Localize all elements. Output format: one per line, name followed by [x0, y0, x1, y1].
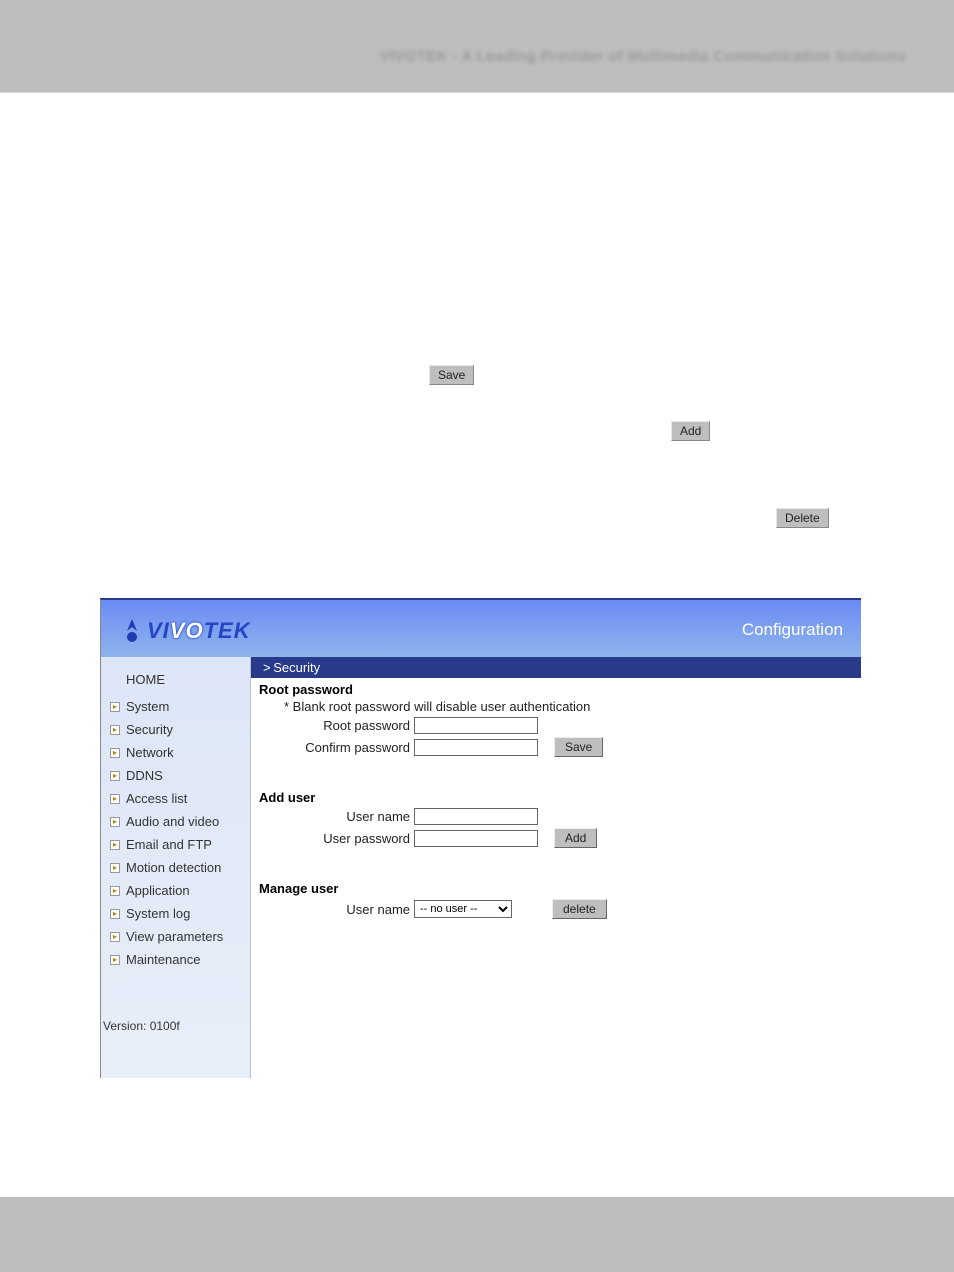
user-password-input[interactable]	[414, 830, 538, 847]
sidebar-item-access-list[interactable]: ▸ Access list	[104, 787, 250, 810]
sidebar-item-network[interactable]: ▸ Network	[104, 741, 250, 764]
arrow-right-icon: ▸	[110, 817, 120, 827]
sidebar-item-label: System log	[126, 906, 190, 921]
label-manage-user-name: User name	[259, 902, 414, 917]
arrow-right-icon: ▸	[110, 863, 120, 873]
app-header: VIVOTEK Configuration	[101, 600, 861, 657]
sidebar-item-view-parameters[interactable]: ▸ View parameters	[104, 925, 250, 948]
label-user-password: User password	[259, 831, 414, 846]
sidebar-item-maintenance[interactable]: ▸ Maintenance	[104, 948, 250, 971]
sidebar-item-system-log[interactable]: ▸ System log	[104, 902, 250, 925]
label-user-name: User name	[259, 809, 414, 824]
sidebar-item-label: Application	[126, 883, 190, 898]
user-select-dropdown[interactable]: -- no user --	[414, 900, 512, 918]
sidebar-item-label: Audio and video	[126, 814, 219, 829]
add-button[interactable]: Add	[554, 828, 597, 848]
sidebar-item-security[interactable]: ▸ Security	[104, 718, 250, 741]
sidebar-nav: HOME ▸ System ▸ Security ▸ Network ▸ DDNS ▸ Acces…	[101, 657, 251, 1078]
sidebar-item-label: DDNS	[126, 768, 163, 783]
sidebar-item-label: Maintenance	[126, 952, 200, 967]
section-root-password: Root password	[259, 682, 853, 697]
breadcrumb: > Security	[251, 657, 861, 678]
sidebar-item-label: Motion detection	[126, 860, 221, 875]
save-button[interactable]: Save	[554, 737, 603, 757]
section-manage-user: Manage user	[259, 881, 853, 896]
label-confirm-password: Confirm password	[259, 740, 414, 755]
page-header-band: VIVOTEK - A Leading Provider of Multimed…	[0, 0, 954, 92]
arrow-right-icon: ▸	[110, 748, 120, 758]
user-name-input[interactable]	[414, 808, 538, 825]
delete-button[interactable]: delete	[552, 899, 607, 919]
sidebar-item-label: Email and FTP	[126, 837, 212, 852]
root-password-input[interactable]	[414, 717, 538, 734]
sidebar-item-application[interactable]: ▸ Application	[104, 879, 250, 902]
confirm-password-input[interactable]	[414, 739, 538, 756]
arrow-right-icon: ▸	[110, 771, 120, 781]
arrow-right-icon: ▸	[110, 794, 120, 804]
label-root-password: Root password	[259, 718, 414, 733]
sidebar-item-ddns[interactable]: ▸ DDNS	[104, 764, 250, 787]
page-footer-band	[0, 1197, 954, 1272]
sidebar-item-email-and-ftp[interactable]: ▸ Email and FTP	[104, 833, 250, 856]
sidebar-item-label: View parameters	[126, 929, 223, 944]
root-password-note: * Blank root password will disable user …	[284, 699, 853, 714]
nav-home[interactable]: HOME	[104, 667, 250, 695]
sidebar-item-audio-and-video[interactable]: ▸ Audio and video	[104, 810, 250, 833]
sidebar-item-label: Access list	[126, 791, 187, 806]
version-label: Version: 0100f	[101, 1019, 180, 1033]
content-panel: > Security Root password * Blank root pa…	[251, 657, 861, 1078]
arrow-right-icon: ▸	[110, 955, 120, 965]
brand-name: VIVOTEK	[147, 618, 251, 644]
save-button-inline[interactable]: Save	[429, 365, 474, 385]
sidebar-item-label: Network	[126, 745, 174, 760]
arrow-right-icon: ▸	[110, 702, 120, 712]
brand-logo: VIVOTEK	[121, 617, 251, 645]
vivotek-logo-icon	[121, 617, 143, 645]
header-blurred-text: VIVOTEK - A Leading Provider of Multimed…	[380, 48, 906, 65]
arrow-right-icon: ▸	[110, 725, 120, 735]
arrow-right-icon: ▸	[110, 840, 120, 850]
sidebar-item-motion-detection[interactable]: ▸ Motion detection	[104, 856, 250, 879]
section-add-user: Add user	[259, 790, 853, 805]
arrow-right-icon: ▸	[110, 909, 120, 919]
sidebar-item-label: System	[126, 699, 169, 714]
sidebar-item-label: Security	[126, 722, 173, 737]
arrow-right-icon: ▸	[110, 932, 120, 942]
sidebar-item-system[interactable]: ▸ System	[104, 695, 250, 718]
page-title: Configuration	[742, 620, 843, 640]
delete-button-inline[interactable]: Delete	[776, 508, 829, 528]
config-app-window: VIVOTEK Configuration HOME ▸ System ▸ Secur…	[100, 598, 861, 1078]
arrow-right-icon: ▸	[110, 886, 120, 896]
page-body: Save Add Delete VIVOTEK Configuration HO…	[0, 92, 954, 1197]
add-button-inline[interactable]: Add	[671, 421, 710, 441]
